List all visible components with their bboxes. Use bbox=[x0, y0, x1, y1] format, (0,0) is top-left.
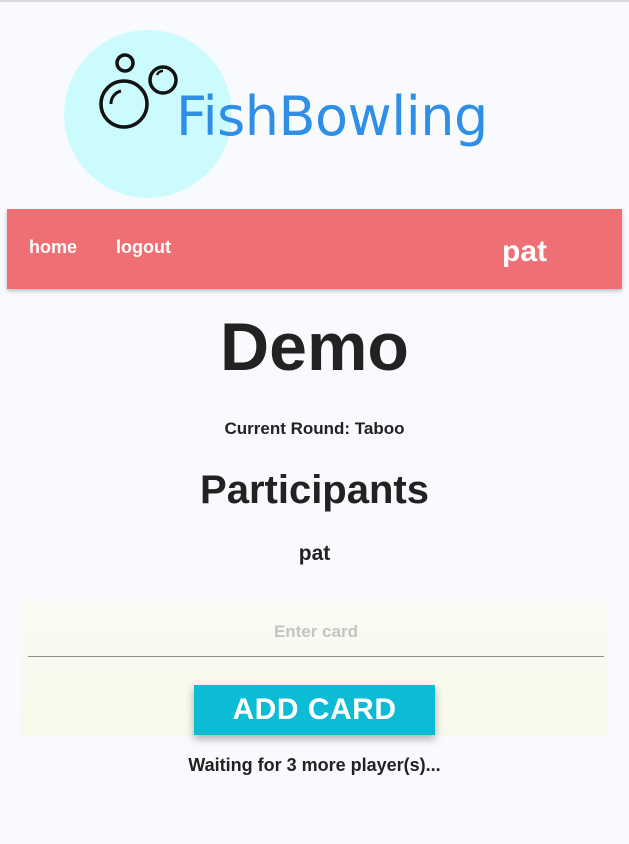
bubbles-icon bbox=[99, 53, 178, 129]
nav-logout-link[interactable]: logout bbox=[116, 237, 171, 258]
fishbowling-logo: FishBowling bbox=[64, 30, 524, 200]
participant-name: pat bbox=[298, 542, 331, 565]
nav-home-link[interactable]: home bbox=[29, 237, 77, 258]
current-username: pat bbox=[502, 235, 547, 268]
card-input[interactable] bbox=[28, 608, 604, 657]
waiting-status: Waiting for 3 more player(s)... bbox=[188, 755, 441, 775]
add-card-panel: ADD CARD bbox=[21, 600, 608, 736]
participants-heading: Participants bbox=[200, 468, 429, 512]
game-title: Demo bbox=[220, 309, 409, 385]
navbar: home logout pat bbox=[7, 209, 622, 289]
logo-text: FishBowling bbox=[176, 85, 488, 148]
add-card-button[interactable]: ADD CARD bbox=[194, 685, 435, 735]
top-border bbox=[0, 0, 629, 2]
current-round: Current Round: Taboo bbox=[224, 419, 405, 438]
